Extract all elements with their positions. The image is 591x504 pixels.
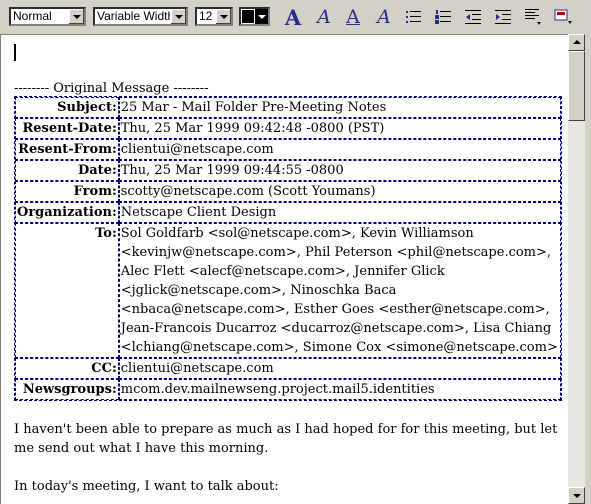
chevron-down-icon[interactable] [170, 9, 186, 24]
body-paragraph: I haven't been able to prepare as much a… [14, 422, 558, 456]
color-swatch [242, 10, 254, 23]
vertical-scrollbar[interactable] [568, 34, 585, 504]
header-value: Netscape Client Design [118, 202, 561, 223]
format-toolbar: Normal Variable Width 12 A A A A [0, 0, 591, 34]
quoted-message: -------- Original Message -------- Subje… [14, 81, 562, 401]
font-size-select[interactable]: 12 [195, 7, 233, 26]
header-row: Resent-Date: Thu, 25 Mar 1999 09:42:48 -0… [15, 118, 561, 139]
header-key: Subject: [15, 97, 119, 118]
decrease-indent-button[interactable] [463, 6, 485, 28]
header-value: Thu, 25 Mar 1999 09:44:55 -0800 [118, 160, 561, 181]
header-row: Newsgroups: mcom.dev.mailnewseng.project.… [15, 379, 561, 400]
font-size-value: 12 [199, 9, 213, 23]
font-face-value: Variable Width [97, 9, 175, 23]
chevron-down-icon[interactable] [68, 9, 84, 24]
header-key: Resent-Date: [15, 118, 119, 139]
original-message-separator: -------- Original Message -------- [14, 81, 209, 96]
header-key: To: [15, 223, 119, 358]
header-value: Thu, 25 Mar 1999 09:42:48 -0800 (PST) [118, 118, 561, 139]
decrease-indent-icon [465, 10, 481, 24]
text-cursor [14, 44, 16, 61]
header-row: To: Sol Goldfarb <sol@netscape.com>, Kevi… [15, 223, 561, 358]
header-value: 25 Mar - Mail Folder Pre-Meeting Notes [118, 97, 561, 118]
paragraph-style-value: Normal [13, 9, 52, 23]
alignment-button[interactable] [523, 6, 545, 28]
numbered-list-button[interactable] [433, 6, 455, 28]
arrow-down-icon [573, 494, 581, 498]
header-row: Organization: Netscape Client Design [15, 202, 561, 223]
scroll-up-button[interactable] [568, 34, 585, 51]
header-row: Subject: 25 Mar - Mail Folder Pre-Meeting… [15, 97, 561, 118]
remove-styles-icon: A [377, 5, 391, 28]
remove-styles-button[interactable]: A [373, 6, 395, 28]
header-row: CC: clientui@netscape.com [15, 358, 561, 379]
header-key: CC: [15, 358, 119, 379]
header-key: Date: [15, 160, 119, 181]
numbered-list-icon [435, 10, 451, 24]
chevron-down-icon[interactable] [215, 9, 231, 24]
font-face-select[interactable]: Variable Width [93, 7, 188, 26]
insert-object-button[interactable] [553, 6, 575, 28]
increase-font-size-button[interactable]: A [282, 6, 304, 28]
bullet-list-icon [406, 11, 421, 23]
scroll-thumb[interactable] [568, 51, 585, 121]
body-paragraph: In today's meeting, I want to talk about… [14, 479, 279, 494]
header-value: Sol Goldfarb <sol@netscape.com>, Kevin W… [118, 223, 561, 358]
paragraph-style-select[interactable]: Normal [9, 7, 86, 26]
header-row: From: scotty@netscape.com (Scott Youmans) [15, 181, 561, 202]
message-editor[interactable]: -------- Original Message -------- Subje… [0, 34, 568, 504]
increase-font-size-icon: A [284, 4, 302, 30]
alignment-icon [525, 9, 541, 25]
header-value: clientui@netscape.com [118, 358, 561, 379]
bullet-list-button[interactable] [403, 6, 425, 28]
increase-indent-button[interactable] [493, 6, 515, 28]
scroll-down-button[interactable] [568, 487, 585, 504]
header-value: scotty@netscape.com (Scott Youmans) [118, 181, 561, 202]
header-row: Date: Thu, 25 Mar 1999 09:44:55 -0800 [15, 160, 561, 181]
italic-button[interactable]: A [313, 6, 335, 28]
message-header-table: Subject: 25 Mar - Mail Folder Pre-Meeting… [14, 96, 562, 401]
header-key: Resent-From: [15, 139, 119, 160]
chevron-down-icon[interactable] [255, 9, 268, 24]
underline-button[interactable]: A [342, 6, 364, 28]
insert-object-icon [554, 9, 572, 24]
underline-style-icon: A [346, 5, 360, 28]
header-value: mcom.dev.mailnewseng.project.mail5.ident… [118, 379, 561, 400]
text-color-button[interactable] [239, 7, 270, 26]
window-edge [585, 34, 591, 504]
header-row: Resent-From: clientui@netscape.com [15, 139, 561, 160]
header-key: Organization: [15, 202, 119, 223]
header-key: From: [15, 181, 119, 202]
header-key: Newsgroups: [15, 379, 119, 400]
arrow-up-icon [573, 40, 581, 44]
increase-indent-icon [495, 10, 511, 24]
italic-style-icon: A [317, 5, 331, 28]
message-body: I haven't been able to prepare as much a… [14, 420, 559, 504]
header-value: clientui@netscape.com [118, 139, 561, 160]
